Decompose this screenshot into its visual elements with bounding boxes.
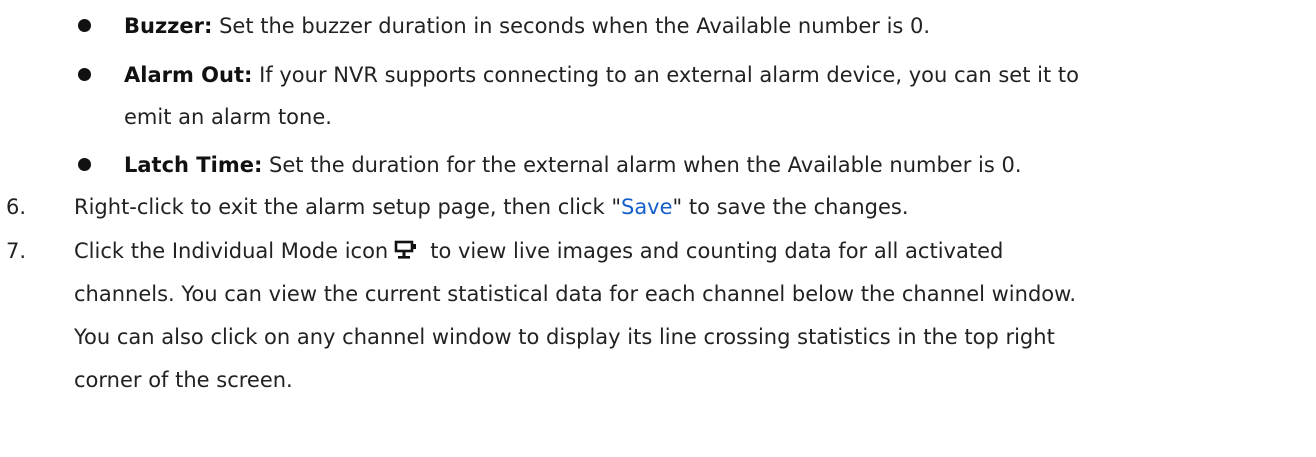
step-text: to view live images and counting data fo…	[430, 239, 1004, 263]
step-text: Click the Individual Mode icon	[74, 239, 389, 263]
step-text: " to save the changes.	[672, 195, 909, 219]
step-7-continuation: You can also click on any channel window…	[74, 325, 1055, 349]
bullet-alarm-out: Alarm Out: If your NVR supports connecti…	[124, 56, 1079, 94]
bullet-dot	[78, 19, 91, 32]
bullet-term: Buzzer:	[124, 14, 213, 38]
bullet-alarm-out-continuation: emit an alarm tone.	[124, 105, 332, 129]
bullet-buzzer: Buzzer: Set the buzzer duration in secon…	[124, 7, 930, 45]
bullet-text: Set the buzzer duration in seconds when …	[219, 14, 931, 38]
step-number: 7.	[6, 239, 27, 263]
step-6-text: Right-click to exit the alarm setup page…	[74, 188, 909, 226]
bullet-term: Latch Time:	[124, 153, 263, 177]
individual-mode-monitor-icon	[394, 234, 420, 272]
step-text: Right-click to exit the alarm setup page…	[74, 195, 621, 219]
bullet-text: If your NVR supports connecting to an ex…	[259, 63, 1079, 87]
step-7-continuation: channels. You can view the current stati…	[74, 282, 1077, 306]
step-7-continuation: corner of the screen.	[74, 368, 293, 392]
bullet-term: Alarm Out:	[124, 63, 253, 87]
bullet-dot	[78, 68, 91, 81]
step-number: 6.	[6, 195, 27, 219]
bullet-dot	[78, 158, 91, 171]
save-link[interactable]: Save	[621, 195, 673, 219]
bullet-text: Set the duration for the external alarm …	[269, 153, 1022, 177]
step-7-text: Click the Individual Mode icon to view l…	[74, 232, 1003, 272]
bullet-latch-time: Latch Time: Set the duration for the ext…	[124, 146, 1022, 184]
manual-page: Buzzer: Set the buzzer duration in secon…	[0, 0, 1316, 457]
